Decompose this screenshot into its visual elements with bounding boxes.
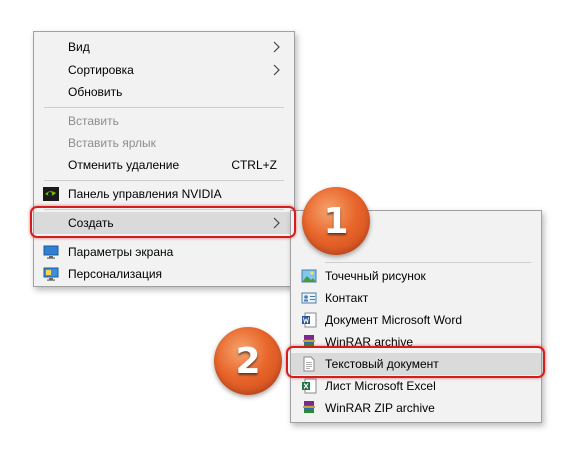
menu-item-view[interactable]: Вид: [34, 36, 294, 58]
chevron-right-icon: [273, 217, 280, 229]
menu-item-label: WinRAR archive: [325, 335, 414, 349]
menu-item-label: Точечный рисунок: [325, 269, 426, 283]
bitmap-image-icon: [301, 269, 317, 283]
word-document-icon: [302, 312, 317, 328]
menu-item-nvidia-control-panel[interactable]: Панель управления NVIDIA: [34, 183, 294, 205]
nvidia-icon: [43, 187, 59, 201]
menu-separator: [44, 107, 284, 108]
contact-icon: [301, 292, 317, 304]
menu-item-text-document[interactable]: Текстовый документ: [291, 353, 541, 375]
menu-item-winrar-zip-archive[interactable]: WinRAR ZIP archive: [291, 397, 541, 419]
personalization-icon: [43, 267, 59, 281]
menu-item-label: Вставить: [68, 114, 119, 128]
step-badge-2: 2: [214, 327, 282, 395]
menu-item-word-document[interactable]: Документ Microsoft Word: [291, 309, 541, 331]
desktop-context-menu: Вид Сортировка Обновить Вставить Вставит…: [33, 31, 295, 287]
menu-item-bitmap-image[interactable]: Точечный рисунок: [291, 265, 541, 287]
menu-item-undo-delete[interactable]: Отменить удаление CTRL+Z: [34, 154, 294, 176]
menu-separator: [44, 237, 284, 238]
text-document-icon: [303, 356, 315, 372]
winrar-archive-icon: [303, 335, 315, 347]
step-badge-1: 1: [302, 187, 370, 255]
menu-item-create[interactable]: Создать: [34, 212, 294, 234]
menu-item-label: Сортировка: [68, 63, 134, 77]
chevron-right-icon: [273, 41, 280, 53]
menu-item-excel-sheet[interactable]: Лист Microsoft Excel: [291, 375, 541, 397]
menu-separator: [44, 209, 284, 210]
menu-item-personalization[interactable]: Персонализация: [34, 263, 294, 285]
menu-item-refresh[interactable]: Обновить: [34, 81, 294, 103]
menu-item-label: Вставить ярлык: [68, 136, 156, 150]
menu-separator: [44, 180, 284, 181]
menu-item-contact[interactable]: Контакт: [291, 287, 541, 309]
menu-item-display-settings[interactable]: Параметры экрана: [34, 241, 294, 263]
menu-item-label: Документ Microsoft Word: [325, 313, 463, 327]
menu-item-label: Создать: [68, 216, 114, 230]
winrar-zip-icon: [303, 401, 315, 413]
chevron-right-icon: [273, 64, 280, 76]
menu-item-label: Текстовый документ: [325, 357, 439, 371]
menu-item-paste[interactable]: Вставить: [34, 110, 294, 132]
excel-sheet-icon: [302, 378, 317, 394]
menu-item-label: Отменить удаление: [68, 158, 180, 172]
menu-item-label: Лист Microsoft Excel: [325, 379, 436, 393]
menu-item-label: Персонализация: [68, 267, 163, 281]
menu-item-label: Параметры экрана: [68, 245, 174, 259]
menu-item-label: Панель управления NVIDIA: [68, 187, 222, 201]
shortcut-hint: CTRL+Z: [231, 158, 277, 172]
menu-item-winrar-archive[interactable]: WinRAR archive: [291, 331, 541, 353]
menu-separator: [325, 262, 531, 263]
display-settings-icon: [43, 245, 59, 259]
menu-item-label: Обновить: [68, 85, 123, 99]
menu-item-label: WinRAR ZIP archive: [325, 401, 435, 415]
menu-item-label: Вид: [68, 40, 90, 54]
menu-item-paste-shortcut[interactable]: Вставить ярлык: [34, 132, 294, 154]
menu-item-label: Контакт: [325, 291, 369, 305]
menu-item-sort[interactable]: Сортировка: [34, 59, 294, 81]
